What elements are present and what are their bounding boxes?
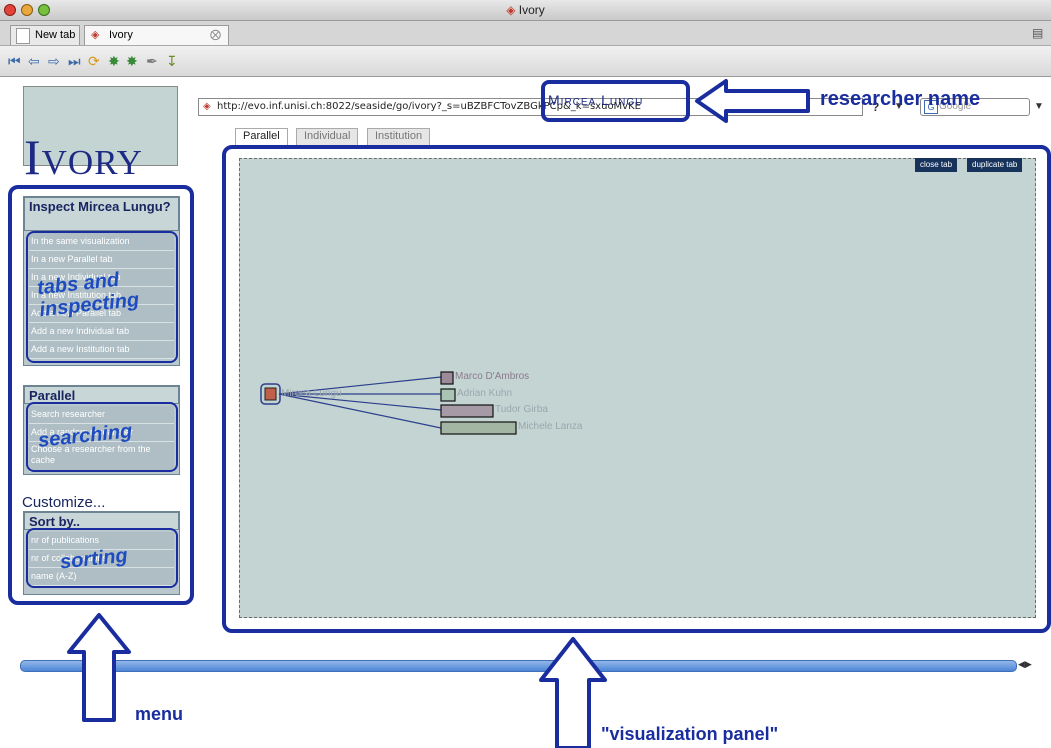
navigation-toolbar: ⏮ ⇦ ⇨ ⏭ ⟳ ✸ ✸ ✒ ↧ ◈ http://evo.inf.unisi… [0,46,1051,116]
node-label: Michele Lanza [518,421,583,432]
ivory-favicon-icon: ◈ [91,29,100,41]
annotation-visualization-panel: "visualization panel" [601,724,779,744]
collaboration-graph [260,371,517,435]
customize-label: Customize... [22,494,106,511]
tab-institution[interactable]: Institution [367,128,431,145]
annotation-menu: menu [135,704,184,724]
browser-tab-label: New tab [35,29,76,41]
node-adrian-kuhn[interactable] [440,388,456,402]
download-icon[interactable]: ↧ [166,54,178,68]
browser-tab-label: Ivory [109,29,133,41]
plugin-icon[interactable]: ✸ [126,54,138,68]
window-title: ◈ Ivory [506,3,545,17]
inspect-panel-title: Inspect Mircea Lungu? [24,197,179,231]
page-icon [16,28,30,44]
up-arrow-annotation [539,637,607,748]
fast-forward-icon[interactable]: ⏭ [68,54,81,68]
ivory-favicon-icon: ◈ [203,101,211,112]
tab-parallel[interactable]: Parallel [235,128,288,145]
node-label: Mircea Lungu [281,388,342,399]
browser-tab-bar: New tab ◈ Ivory ⨂ ▤ [0,21,1051,46]
node-label: Tudor Girba [495,404,548,415]
browser-tab-new[interactable]: New tab [10,25,80,45]
reload-icon[interactable]: ⟳ [88,54,100,68]
forward-icon[interactable]: ⇨ [48,54,60,68]
dropdown-icon[interactable]: ▼ [1034,101,1044,112]
tab-menu-icon[interactable]: ▤ [1032,26,1043,40]
node-marco-dambros[interactable] [440,371,454,385]
close-tab-icon[interactable]: ⨂ [210,26,221,45]
scroll-arrows-icon[interactable]: ◀▶ [1018,659,1032,670]
ivory-favicon-icon: ◈ [506,3,516,17]
title-bar: ◈ Ivory [0,0,1051,21]
left-arrow-annotation [695,79,810,123]
browser-tab-ivory[interactable]: ◈ Ivory ⨂ [84,25,229,45]
node-label: Marco D'Ambros [455,371,530,382]
graph-edge [278,393,442,429]
researcher-name[interactable]: Mircea Lungu [548,92,643,108]
annotation-researcher-name: researcher name [820,88,981,110]
up-arrow-annotation [67,613,131,722]
plugin-icon[interactable]: ✸ [108,54,120,68]
node-tudor-girba[interactable] [440,404,494,418]
node-michele-lanza[interactable] [440,421,517,435]
edit-icon[interactable]: ✒ [146,54,158,68]
rewind-icon[interactable]: ⏮ [8,54,21,68]
horizontal-scrollbar[interactable] [20,660,1017,672]
node-label: Adrian Kuhn [457,388,513,399]
tab-individual[interactable]: Individual [296,128,359,145]
app-logo: Ivory [24,129,143,185]
back-icon[interactable]: ⇦ [28,54,40,68]
root-node[interactable] [264,387,277,401]
